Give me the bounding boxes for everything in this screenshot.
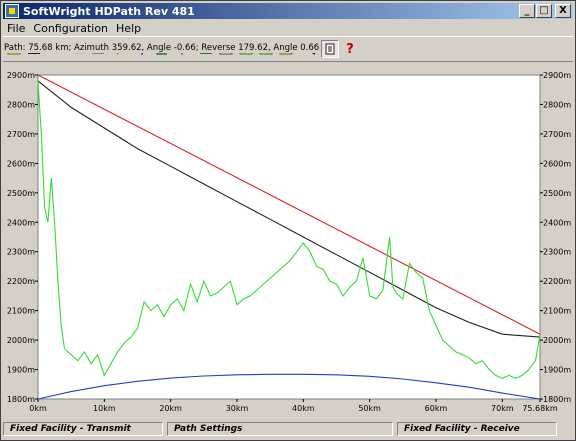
close-button[interactable]: X bbox=[555, 4, 571, 18]
status-transmit: Fixed Facility - Transmit bbox=[3, 422, 163, 436]
x-tick-label: 50km bbox=[358, 404, 381, 413]
x-tick-label: 30km bbox=[226, 404, 249, 413]
y-tick-label-right: 2200m bbox=[543, 277, 571, 286]
status-path-settings: Path Settings bbox=[167, 422, 393, 436]
y-tick-label-left: 2100m bbox=[7, 307, 35, 316]
y-tick-label-right: 2600m bbox=[543, 159, 571, 168]
menu-file[interactable]: File bbox=[3, 22, 29, 35]
y-tick-label-right: 1900m bbox=[543, 366, 571, 375]
x-tick-label: 20km bbox=[159, 404, 182, 413]
y-tick-label-left: 2900m bbox=[7, 71, 35, 80]
x-tick-label: 75.68km bbox=[522, 404, 558, 413]
y-tick-label-left: 2800m bbox=[7, 100, 35, 109]
menu-configuration[interactable]: Configuration bbox=[29, 22, 112, 35]
x-tick-label: 40km bbox=[292, 404, 315, 413]
y-tick-label-left: 1900m bbox=[7, 366, 35, 375]
y-tick-label-right: 2300m bbox=[543, 248, 571, 257]
menu-help[interactable]: Help bbox=[112, 22, 145, 35]
path-profile-chart: 2900m 2900m 2800m 2800m 2700m 2700m 2600m 2600m… bbox=[7, 71, 572, 413]
y-tick-label-right: 2700m bbox=[543, 130, 571, 139]
x-tick-label: 60km bbox=[425, 404, 448, 413]
x-tick-label: 70km bbox=[491, 404, 514, 413]
page-icon[interactable] bbox=[321, 40, 339, 58]
y-tick-label-right: 2400m bbox=[543, 218, 571, 227]
y-tick-label-left: 2000m bbox=[7, 336, 35, 345]
status-bar: Fixed Facility - Transmit Path Settings … bbox=[3, 422, 573, 438]
y-tick-label-right: 2100m bbox=[543, 307, 571, 316]
plot-background bbox=[37, 74, 541, 400]
y-tick-label-left: 2700m bbox=[7, 130, 35, 139]
plot-area: Path: 75.68 km; Azimuth 359.62, Angle -0… bbox=[3, 63, 573, 419]
y-tick-label-left: 2400m bbox=[7, 218, 35, 227]
app-icon[interactable] bbox=[5, 4, 19, 18]
help-icon[interactable]: ? bbox=[341, 40, 359, 58]
minimize-button[interactable]: _ bbox=[519, 4, 535, 18]
y-tick-label-left: 2500m bbox=[7, 189, 35, 198]
x-tick-label: 0km bbox=[29, 404, 47, 413]
title-bar[interactable]: SoftWright HDPath Rev 481 _ □ X bbox=[3, 3, 573, 19]
y-tick-label-left: 1800m bbox=[7, 395, 35, 404]
y-tick-label-left: 2300m bbox=[7, 248, 35, 257]
y-tick-label-right: 2800m bbox=[543, 100, 571, 109]
menu-bar: File Configuration Help bbox=[3, 20, 145, 36]
y-tick-label-right: 2500m bbox=[543, 189, 571, 198]
y-tick-label-left: 2600m bbox=[7, 159, 35, 168]
status-receive: Fixed Facility - Receive bbox=[397, 422, 557, 436]
y-tick-label-right: 2900m bbox=[543, 71, 571, 80]
y-tick-label-left: 2200m bbox=[7, 277, 35, 286]
window-title: SoftWright HDPath Rev 481 bbox=[23, 4, 195, 18]
x-tick-label: 10km bbox=[93, 404, 116, 413]
path-info-line: Path: 75.68 km; Azimuth 359.62, Angle -0… bbox=[4, 43, 320, 53]
app-window: SoftWright HDPath Rev 481 _ □ X File Con… bbox=[0, 0, 576, 441]
y-tick-label-right: 2000m bbox=[543, 336, 571, 345]
y-tick-label-right: 1800m bbox=[543, 395, 571, 404]
maximize-button[interactable]: □ bbox=[536, 4, 552, 18]
